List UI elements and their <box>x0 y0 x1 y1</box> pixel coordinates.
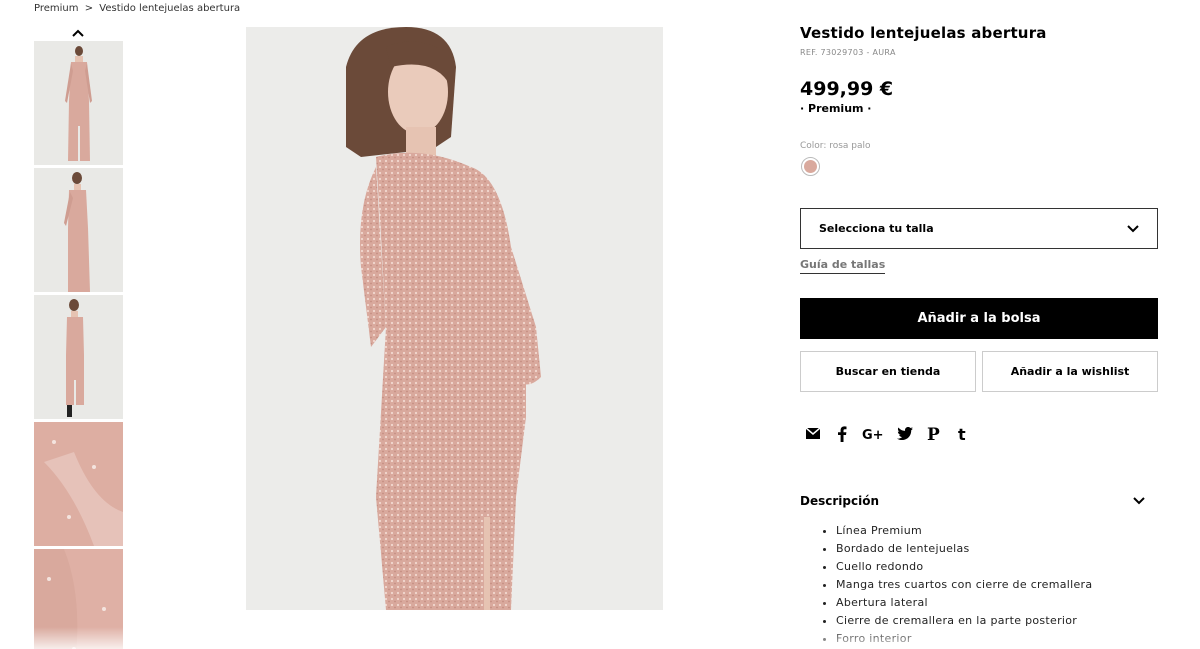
add-to-wishlist-button[interactable]: Añadir a la wishlist <box>982 351 1158 392</box>
add-to-bag-button[interactable]: Añadir a la bolsa <box>800 298 1158 339</box>
thumbnail-scroll-up-button[interactable] <box>70 27 86 39</box>
description-item: Manga tres cuartos con cierre de cremall… <box>836 576 1092 594</box>
twitter-icon[interactable] <box>896 425 913 442</box>
thumbnail-detail-sleeve[interactable] <box>34 422 123 546</box>
color-label: Color: rosa palo <box>800 141 871 151</box>
size-select-label: Selecciona tu talla <box>819 222 934 235</box>
thumbnail-side-view[interactable] <box>34 168 123 292</box>
description-item: Bordado de lentejuelas <box>836 540 1092 558</box>
svg-text:P: P <box>927 426 940 442</box>
size-guide-link[interactable]: Guía de tallas <box>800 258 886 274</box>
find-in-store-button[interactable]: Buscar en tienda <box>800 351 976 392</box>
description-list: Línea Premium Bordado de lentejuelas Cue… <box>836 522 1092 648</box>
description-item: Abertura lateral <box>836 594 1092 612</box>
size-select[interactable]: Selecciona tu talla <box>800 208 1158 249</box>
description-item: Línea Premium <box>836 522 1092 540</box>
breadcrumb-current: Vestido lentejuelas abertura <box>99 3 241 14</box>
share-bar: G+ P t <box>804 425 971 442</box>
product-main-image[interactable] <box>246 27 663 610</box>
thumbnail-full-front[interactable] <box>34 41 123 165</box>
pinterest-icon[interactable]: P <box>925 425 942 442</box>
product-title: Vestido lentejuelas abertura <box>800 24 1047 42</box>
description-toggle[interactable]: Descripción <box>800 494 1145 508</box>
product-reference: REF. 73029703 - AURA <box>800 48 896 57</box>
color-swatch-rosa-palo[interactable] <box>801 157 820 176</box>
svg-text:G+: G+ <box>862 428 884 441</box>
breadcrumb-link-premium[interactable]: Premium <box>34 3 79 14</box>
description-item: Cuello redondo <box>836 558 1092 576</box>
facebook-icon[interactable] <box>833 425 850 442</box>
thumbnail-list <box>34 41 123 649</box>
breadcrumb: Premium > Vestido lentejuelas abertura <box>34 3 240 14</box>
description-item: Forro interior <box>836 630 1092 648</box>
google-plus-icon[interactable]: G+ <box>862 425 884 442</box>
thumbnail-back-view[interactable] <box>34 295 123 419</box>
description-heading: Descripción <box>800 494 879 508</box>
chevron-down-icon <box>1133 497 1145 505</box>
description-item: Cierre de cremallera en la parte posteri… <box>836 612 1092 630</box>
chevron-down-icon <box>1127 224 1139 232</box>
email-icon[interactable] <box>804 425 821 442</box>
breadcrumb-separator: > <box>84 3 94 14</box>
color-swatch-fill <box>804 160 817 173</box>
product-price: 499,99 € <box>800 78 894 100</box>
product-collection: · Premium · <box>800 102 872 115</box>
thumbnail-detail-fabric[interactable] <box>34 549 123 649</box>
svg-text:t: t <box>958 426 966 442</box>
chevron-up-icon <box>72 29 84 37</box>
tumblr-icon[interactable]: t <box>954 425 971 442</box>
